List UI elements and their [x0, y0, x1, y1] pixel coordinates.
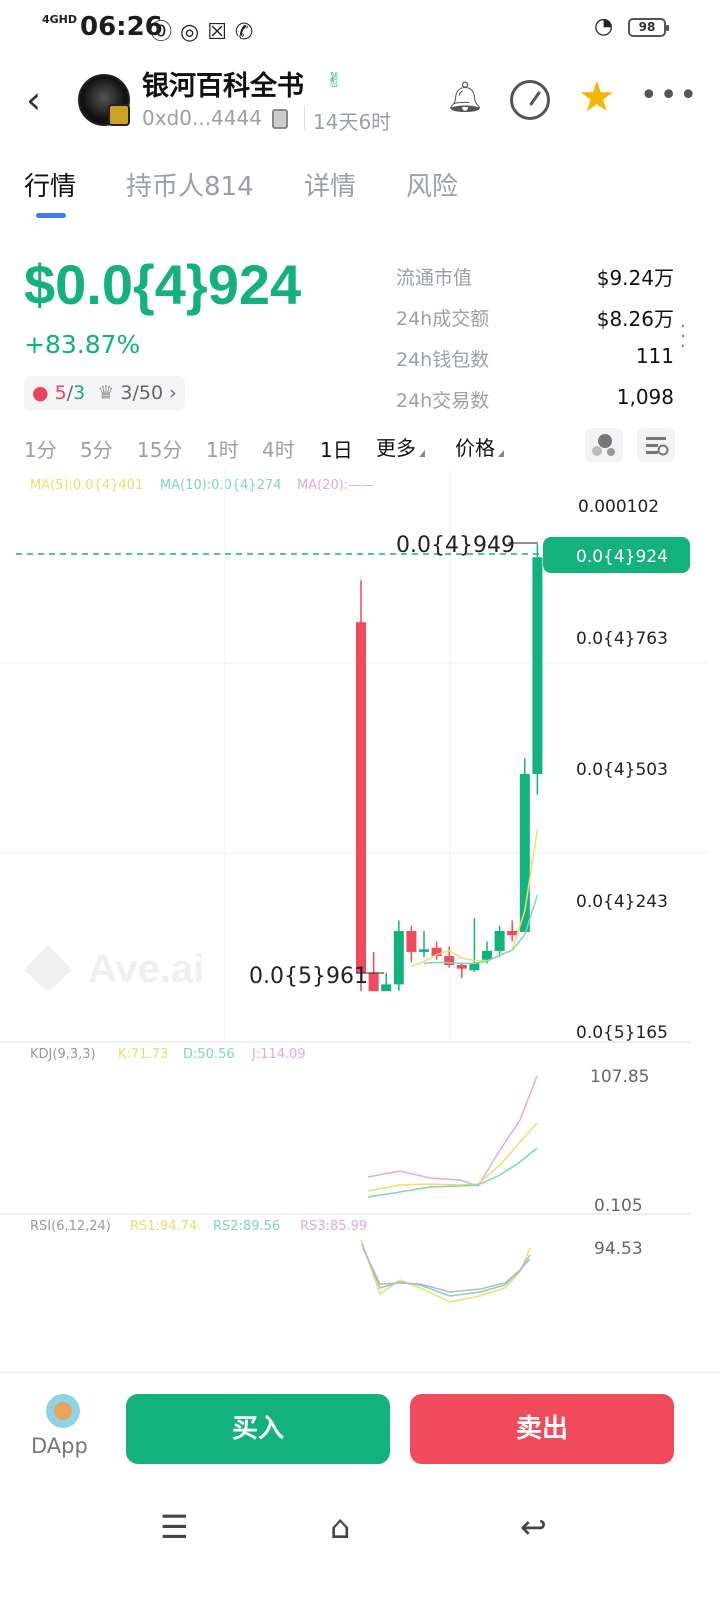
verified-hand-icon: ✌ — [326, 68, 343, 92]
price-axis-label: 0.0{4}243 — [576, 892, 668, 912]
kline-chart[interactable]: Ave.ai 0.0{4}949 0.0{5}961 0.000102 0.0{… — [0, 470, 720, 1370]
kdj-legend-d: D:50.56 — [183, 1047, 235, 1062]
interval-1h[interactable]: 1时 — [206, 434, 239, 463]
chevron-right-icon: › — [169, 382, 177, 404]
stat-value-market-cap: $9.24万 — [596, 266, 674, 290]
battery-icon: 98 — [628, 18, 669, 37]
rsi-legend-rs1: RS1:94.74 — [130, 1219, 197, 1234]
kdj-legend-j: J:114.09 — [251, 1047, 306, 1062]
rsi-legend-label: RSI(6,12,24) — [30, 1219, 111, 1234]
kdj-legend-k: K:71.73 — [118, 1047, 168, 1062]
kdj-legend-label: KDJ(9,3,3) — [30, 1047, 96, 1062]
menu-nav-icon[interactable]: ☰ — [160, 1508, 189, 1546]
stat-label-trades: 24h交易数 — [396, 390, 490, 412]
kdj-axis-label: 107.85 — [590, 1067, 649, 1087]
stat-label-volume: 24h成交额 — [396, 308, 490, 330]
stat-value-trades: 1,098 — [616, 385, 674, 409]
candle-body — [356, 622, 366, 973]
badge-green-count: 3 — [73, 382, 86, 404]
favorite-star-icon[interactable]: ★ — [578, 72, 616, 121]
network-indicator: 4GHD — [42, 13, 78, 26]
money-bag-icon: ● — [32, 382, 49, 404]
badge-crown-count: 3/50 — [120, 382, 164, 404]
token-address: 0xd0...4444 — [142, 106, 262, 130]
tab-market[interactable]: 行情 — [24, 166, 76, 203]
badge-red-count: 5 — [54, 382, 67, 404]
candle-body — [507, 930, 518, 936]
dapp-label[interactable]: DApp — [31, 1434, 88, 1458]
kdj-j-line — [367, 1075, 538, 1187]
token-age: 14天6时 — [313, 110, 392, 134]
stat-label-wallets: 24h钱包数 — [396, 349, 490, 371]
candle-body — [444, 956, 455, 966]
price-axis-label: 0.0{4}503 — [576, 760, 668, 780]
badge-pill[interactable]: ● 5/3 ♛ 3/50 › — [24, 376, 185, 410]
chart-settings-icon[interactable] — [637, 428, 675, 462]
rsi-rs1-line — [360, 1239, 531, 1303]
candle-body — [393, 930, 404, 985]
token-avatar[interactable] — [78, 74, 130, 126]
interval-4h[interactable]: 4时 — [262, 434, 295, 463]
tab-details[interactable]: 详情 — [304, 166, 356, 203]
price-change: +83.87% — [24, 330, 141, 359]
interval-5m[interactable]: 5分 — [80, 434, 113, 463]
interval-15m[interactable]: 15分 — [137, 434, 182, 463]
buy-button[interactable]: 买入 — [126, 1394, 390, 1464]
rsi-legend-rs3: RS3:85.99 — [300, 1219, 367, 1234]
price-mode-dropdown[interactable]: 价格 — [455, 432, 504, 461]
tab-indicator — [36, 213, 66, 218]
gauge-icon[interactable] — [510, 80, 550, 120]
bottom-divider — [0, 1372, 720, 1373]
token-name: 银河百科全书 — [142, 71, 304, 102]
back-icon[interactable]: ‹ — [26, 78, 41, 122]
candle-body — [406, 930, 417, 952]
price-axis-label: 0.000102 — [578, 497, 659, 517]
candle-body — [482, 950, 492, 960]
sell-button[interactable]: 卖出 — [410, 1394, 674, 1464]
candles — [356, 544, 543, 992]
indicator-toggle-icon[interactable] — [585, 428, 623, 462]
low-price-label: 0.0{5}961 — [249, 964, 368, 989]
candle-body — [532, 557, 543, 774]
stat-label-market-cap: 流通市值 — [396, 267, 473, 289]
candle-body — [494, 930, 505, 951]
dapp-icon[interactable] — [46, 1394, 80, 1428]
rsi-axis-label: 94.53 — [594, 1239, 643, 1259]
kdj-axis-label: 0.105 — [594, 1196, 643, 1216]
wifi-icon: ◔ — [594, 14, 614, 39]
interval-1m[interactable]: 1分 — [24, 434, 57, 463]
watermark-logo — [24, 945, 72, 992]
home-nav-icon[interactable]: ⌂ — [330, 1508, 350, 1546]
rsi-legend-rs2: RS2:89.56 — [213, 1219, 280, 1234]
back-nav-icon[interactable]: ↩ — [520, 1508, 547, 1546]
price-axis-label: 0.0{4}763 — [576, 629, 668, 649]
high-price-label: 0.0{4}949 — [396, 533, 515, 558]
candle-body — [456, 965, 467, 969]
copy-icon[interactable] — [272, 109, 288, 129]
tab-risk[interactable]: 风险 — [406, 166, 458, 203]
divider — [304, 106, 305, 130]
tab-holders[interactable]: 持币人814 — [126, 166, 254, 203]
stat-value-volume: $8.26万 — [596, 307, 674, 331]
vertical-more-icon[interactable]: · · · — [680, 318, 686, 356]
interval-1d[interactable]: 1日 — [320, 434, 353, 463]
candle-body — [419, 949, 429, 952]
watermark: Ave.ai — [24, 945, 204, 992]
candle-body — [381, 984, 392, 992]
stat-value-wallets: 111 — [635, 344, 674, 368]
watermark-text: Ave.ai — [88, 947, 204, 991]
candle-body — [469, 963, 480, 971]
current-price: $0.0{4}924 — [24, 253, 302, 316]
notification-icons: ⓪◎☒✆ — [150, 20, 262, 45]
current-price-tag-text: 0.0{4}924 — [576, 547, 668, 567]
crown-icon: ♛ — [97, 382, 115, 404]
candle-body — [368, 972, 379, 992]
more-intervals-dropdown[interactable]: 更多 — [376, 432, 425, 461]
price-axis-label: 0.0{5}165 — [576, 1023, 668, 1043]
bell-icon[interactable]: 🔔︎ — [446, 80, 484, 115]
more-icon[interactable]: ••• — [640, 78, 699, 113]
